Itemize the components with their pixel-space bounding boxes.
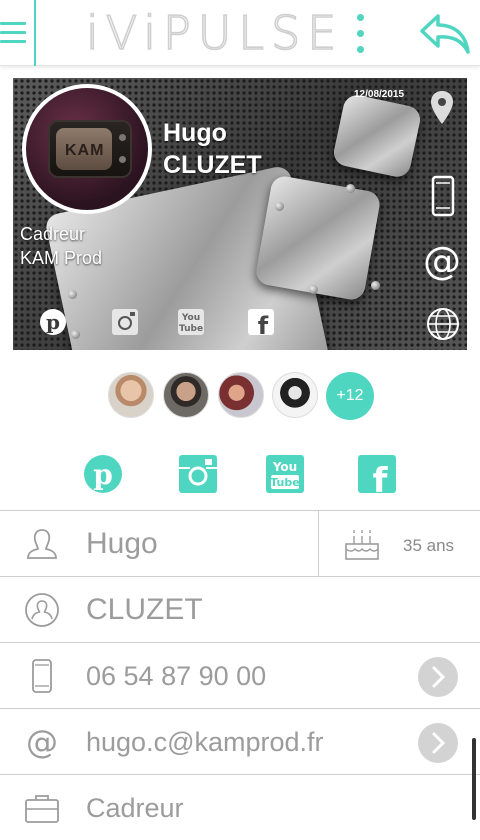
call-button[interactable] <box>418 657 458 697</box>
svg-text:Tube: Tube <box>179 324 203 334</box>
bolt <box>68 290 77 299</box>
friend-avatar[interactable] <box>108 372 154 418</box>
card-first-name: Hugo <box>163 119 227 147</box>
card-last-name: CLUZET <box>163 151 262 179</box>
svg-text:p: p <box>93 458 113 491</box>
phone-value: 06 54 87 90 00 <box>86 661 267 691</box>
chevron-right-icon <box>432 666 446 688</box>
bolt <box>71 330 80 339</box>
instagram-icon[interactable] <box>178 454 218 494</box>
svg-text:@: @ <box>423 240 461 282</box>
bolt <box>275 202 284 211</box>
card-date: 12/08/2015 <box>354 89 405 100</box>
chevron-right-icon <box>432 732 446 754</box>
user-circle-icon <box>25 593 59 627</box>
card-company: KAM Prod <box>20 248 103 268</box>
facebook-icon[interactable]: f <box>247 308 275 336</box>
more-friends-badge[interactable]: +12 <box>326 372 374 420</box>
instagram-icon[interactable] <box>111 308 139 336</box>
first-name-row[interactable]: Hugo 35 ans <box>0 510 480 577</box>
facebook-icon[interactable]: f <box>357 454 397 494</box>
profile-avatar[interactable]: KAM <box>22 84 152 214</box>
job-value: Cadreur <box>86 793 184 823</box>
svg-text:Tube: Tube <box>270 476 299 489</box>
svg-text:f: f <box>373 461 389 494</box>
bolt <box>309 285 318 294</box>
card-job-title: Cadreur <box>20 224 86 244</box>
birthday-cake-icon <box>345 530 379 560</box>
youtube-icon[interactable]: You Tube <box>177 308 205 336</box>
at-sign-icon: @ <box>26 725 58 759</box>
metal-plate <box>331 92 423 180</box>
pinterest-icon[interactable]: p <box>39 308 67 336</box>
top-bar: iViPULSE <box>0 0 480 66</box>
bolt <box>346 184 355 193</box>
more-options-button[interactable] <box>354 14 366 54</box>
kam-tv-logo: KAM <box>48 120 132 178</box>
first-name-value: Hugo <box>86 527 158 560</box>
back-arrow-icon <box>420 14 470 54</box>
globe-icon[interactable] <box>425 306 461 342</box>
back-button[interactable] <box>418 10 472 56</box>
email-value: hugo.c@kamprod.fr <box>86 727 324 757</box>
at-sign-icon[interactable]: @ <box>421 240 463 282</box>
bolt <box>371 281 380 290</box>
svg-text:You: You <box>272 460 297 474</box>
mobile-phone-icon <box>32 659 52 693</box>
job-row[interactable]: Cadreur <box>0 774 480 840</box>
menu-button[interactable] <box>0 0 36 66</box>
email-row[interactable]: @ hugo.c@kamprod.fr <box>0 708 480 774</box>
metal-plate <box>254 174 382 302</box>
last-name-value: CLUZET <box>86 593 203 626</box>
friend-avatar[interactable] <box>272 372 318 418</box>
svg-text:You: You <box>181 313 200 323</box>
friend-avatar[interactable] <box>163 372 209 418</box>
scrollbar[interactable] <box>472 738 476 820</box>
svg-text:f: f <box>258 312 269 336</box>
send-email-button[interactable] <box>418 723 458 763</box>
last-name-row[interactable]: CLUZET <box>0 576 480 642</box>
friends-row: +12 <box>0 372 480 420</box>
age-value: 35 ans <box>403 536 455 555</box>
friend-avatar[interactable] <box>218 372 264 418</box>
pinterest-icon[interactable]: p <box>83 454 123 494</box>
app-logo: iViPULSE <box>85 5 344 61</box>
user-icon <box>27 529 57 559</box>
divider <box>318 511 319 577</box>
youtube-icon[interactable]: You Tube <box>265 454 305 494</box>
svg-text:@: @ <box>26 725 58 759</box>
mobile-phone-icon[interactable] <box>431 175 455 217</box>
business-card[interactable]: KAM Hugo CLUZET Cadreur KAM Prod 12/08/2… <box>13 78 467 350</box>
location-pin-icon[interactable] <box>429 90 455 126</box>
phone-row[interactable]: 06 54 87 90 00 <box>0 642 480 708</box>
svg-text:p: p <box>46 310 60 334</box>
